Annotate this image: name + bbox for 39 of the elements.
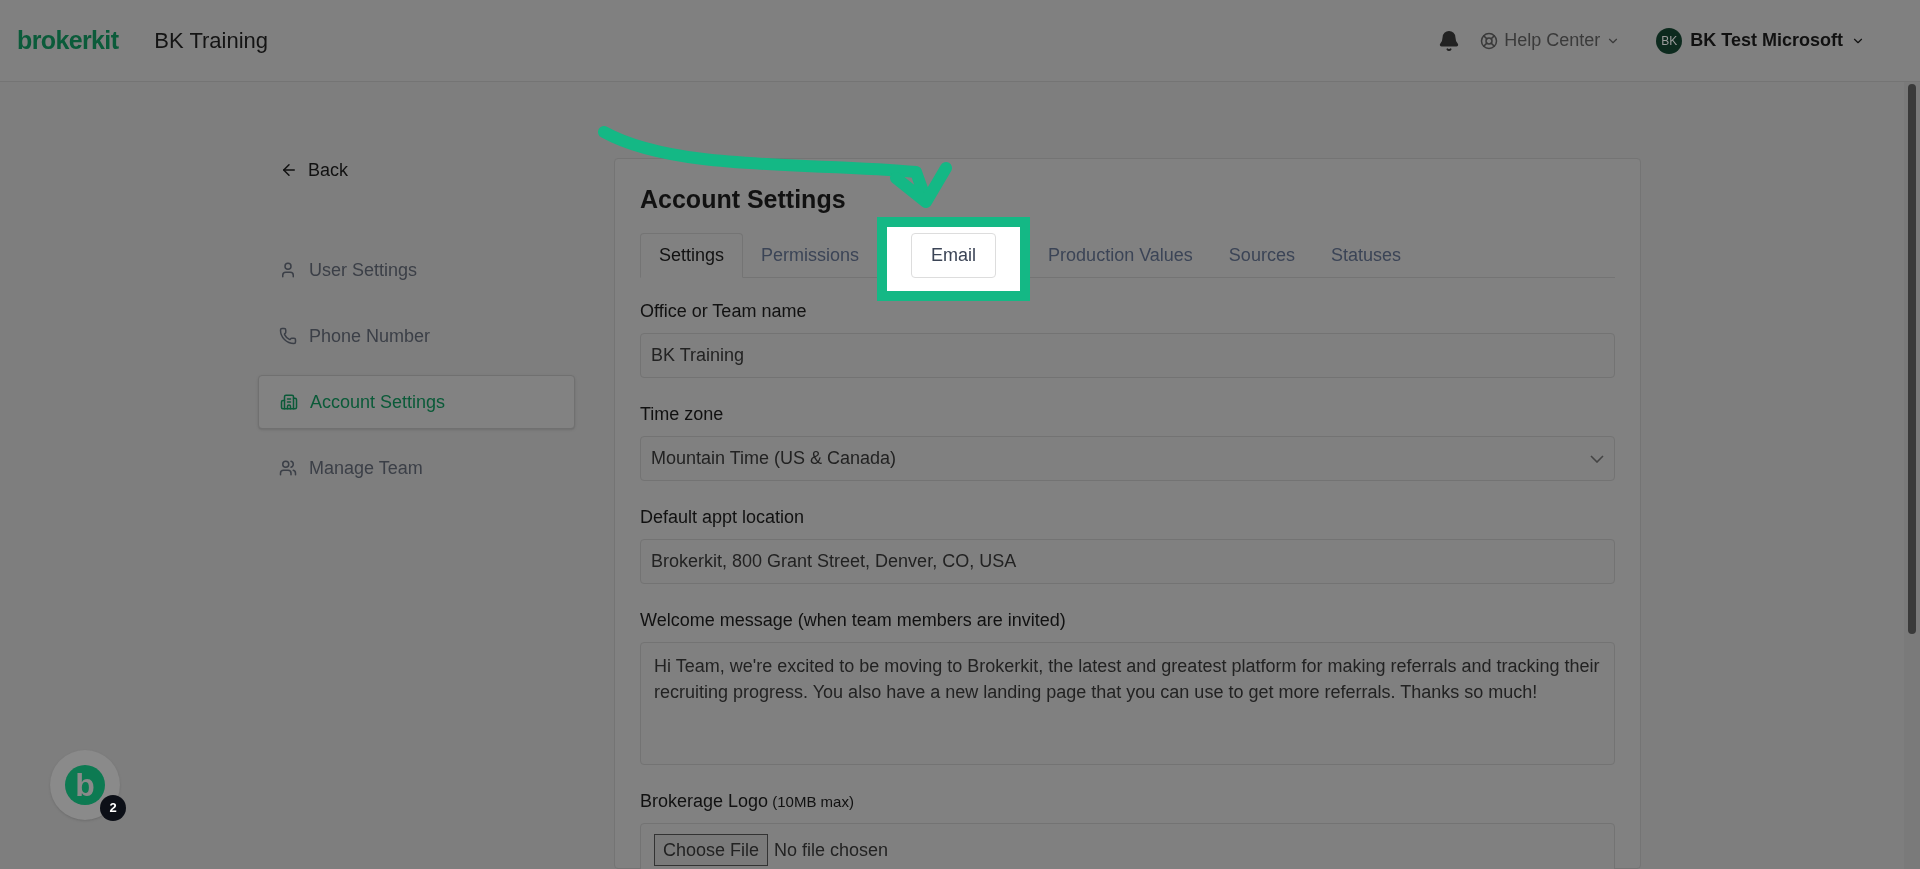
tab[interactable]: Production Values xyxy=(1030,233,1211,278)
field-label: Brokerage Logo (10MB max) xyxy=(640,790,855,813)
file-input[interactable]: Choose File No file chosen xyxy=(640,823,1615,869)
user-menu[interactable]: BK BK Test Microsoft xyxy=(1656,27,1865,54)
tab[interactable]: Sources xyxy=(1210,233,1313,278)
field-label: Default appt location xyxy=(640,506,806,529)
lifebuoy-icon xyxy=(1480,31,1499,50)
sidebar-item[interactable]: Manage Team xyxy=(258,441,575,495)
file-status: No file chosen xyxy=(774,838,889,862)
account-name: BK Training xyxy=(154,27,269,55)
card-title: Account Settings xyxy=(640,184,847,215)
notification-badge: 2 xyxy=(100,795,126,821)
phone-icon xyxy=(279,327,297,345)
field-label: Welcome message (when team members are invited) xyxy=(640,609,1067,632)
sidebar-item[interactable]: Account Settings xyxy=(258,375,575,429)
timezone-select[interactable]: Mountain Time (US & Canada) xyxy=(640,436,1615,481)
chevron-down-icon xyxy=(1590,454,1604,463)
sidebar-item[interactable]: Phone Number xyxy=(258,309,575,363)
people-icon xyxy=(279,459,297,477)
help-center-menu[interactable]: Help Center xyxy=(1480,27,1621,54)
building-icon xyxy=(280,393,298,411)
brokerkit-logo[interactable]: brokerkit xyxy=(17,21,119,60)
field-label: Time zone xyxy=(640,403,725,426)
text-field[interactable]: Brokerkit, 800 Grant Street, Denver, CO, USA xyxy=(640,539,1615,584)
choose-file-button[interactable]: Choose File xyxy=(654,834,769,866)
text-field[interactable]: BK Training xyxy=(640,333,1615,378)
message-textarea[interactable]: Hi Team, we're excited to be moving to Brokerkit, the latest and greatest platform for making referrals and tracking their recruiting progress. You also have a new landing page that you can use to get more referrals. Thanks so much! xyxy=(640,642,1615,765)
back-link[interactable]: Back xyxy=(280,157,575,183)
tab[interactable]: Settings xyxy=(640,233,744,278)
tab[interactable]: Email xyxy=(911,233,997,278)
sidebar-item[interactable]: User Settings xyxy=(258,243,575,297)
notification-bell-icon[interactable] xyxy=(1438,29,1461,52)
tab[interactable]: Permissions xyxy=(743,233,878,278)
user-icon xyxy=(279,261,297,279)
user-avatar: BK xyxy=(1656,27,1683,54)
tab[interactable]: Statuses xyxy=(1312,233,1419,278)
field-label: Office or Team name xyxy=(640,300,808,323)
chat-logo: b xyxy=(65,765,105,805)
scrollbar[interactable] xyxy=(1904,82,1920,869)
